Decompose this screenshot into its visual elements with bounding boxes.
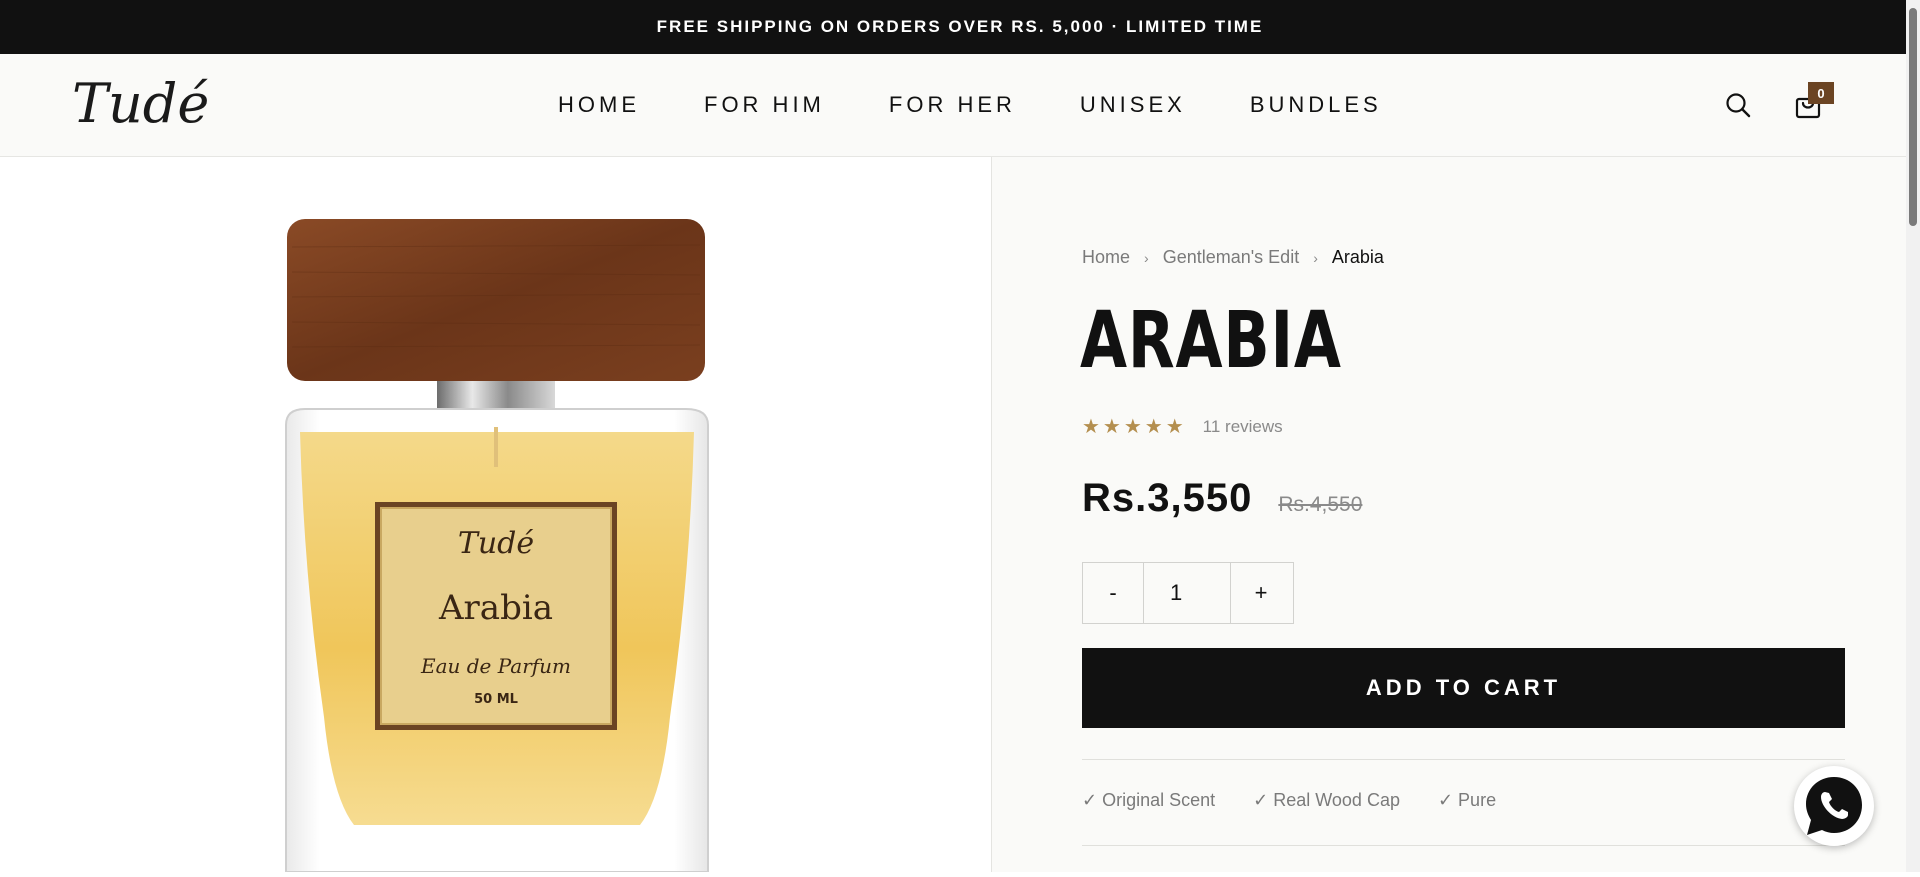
product-media: Tudé Arabia Eau de Parfum 50 ML	[0, 157, 991, 873]
divider	[1082, 845, 1845, 846]
search-icon[interactable]	[1723, 90, 1753, 120]
feature-item: ✓ Pure	[1437, 790, 1497, 810]
product-rating[interactable]: ★★★★★ 11 reviews	[1082, 414, 1283, 439]
label-name-text: Arabia	[438, 588, 553, 628]
nav-for-her[interactable]: FOR HER	[889, 92, 1016, 118]
breadcrumb-home[interactable]: Home	[1082, 247, 1130, 268]
breadcrumb-separator-icon: ›	[1144, 249, 1149, 266]
scrollbar-thumb[interactable]	[1909, 8, 1917, 226]
nav-bundles[interactable]: BUNDLES	[1250, 92, 1382, 118]
nav-for-him[interactable]: FOR HIM	[704, 92, 825, 118]
reviews-count[interactable]: 11 reviews	[1203, 417, 1283, 437]
quantity-increase-button[interactable]: +	[1231, 563, 1291, 623]
star-rating-icon: ★★★★★	[1082, 416, 1187, 438]
label-size-text: 50 ML	[474, 692, 518, 707]
breadcrumb-separator-icon: ›	[1313, 249, 1318, 266]
label-type-text: Eau de Parfum	[420, 654, 571, 678]
site-header: Tudé HOME FOR HIM FOR HER UNISEX BUNDLES	[0, 54, 1920, 157]
compare-price: Rs.4,550	[1278, 493, 1363, 516]
nav-unisex[interactable]: UNISEX	[1080, 92, 1186, 118]
perfume-bottle-image[interactable]: Tudé Arabia Eau de Parfum 50 ML	[0, 157, 991, 873]
divider	[1082, 759, 1845, 760]
label-brand-text: Tudé	[458, 526, 534, 561]
feature-list: ✓ Original Scent ✓ Real Wood Cap ✓ Pure	[1082, 790, 1534, 811]
whatsapp-chat-button[interactable]	[1794, 766, 1874, 846]
main-nav: HOME FOR HIM FOR HER UNISEX BUNDLES	[558, 54, 1382, 156]
product-price: Rs.3,550 Rs.4,550	[1082, 476, 1362, 521]
breadcrumb-current: Arabia	[1331, 247, 1384, 267]
product-title: ARABIA	[1080, 296, 1342, 386]
sale-price: Rs.3,550	[1082, 476, 1253, 520]
quantity-input[interactable]: 1	[1143, 563, 1231, 623]
quantity-stepper: - 1 +	[1082, 562, 1294, 624]
whatsapp-icon	[1806, 777, 1862, 835]
breadcrumb: Home › Gentleman's Edit › Arabia	[1082, 247, 1384, 268]
feature-item: ✓ Real Wood Cap	[1253, 790, 1400, 810]
site-logo[interactable]: Tudé	[72, 74, 209, 134]
add-to-cart-button[interactable]: ADD TO CART	[1082, 648, 1845, 728]
feature-item: ✓ Original Scent	[1082, 790, 1216, 810]
announcement-text: FREE SHIPPING ON ORDERS OVER RS. 5,000 ·…	[656, 17, 1264, 36]
quantity-decrease-button[interactable]: -	[1083, 563, 1143, 623]
announcement-bar: FREE SHIPPING ON ORDERS OVER RS. 5,000 ·…	[0, 0, 1920, 54]
breadcrumb-collection[interactable]: Gentleman's Edit	[1163, 247, 1300, 268]
cart-count-badge: 0	[1808, 82, 1834, 104]
nav-home[interactable]: HOME	[558, 92, 640, 118]
